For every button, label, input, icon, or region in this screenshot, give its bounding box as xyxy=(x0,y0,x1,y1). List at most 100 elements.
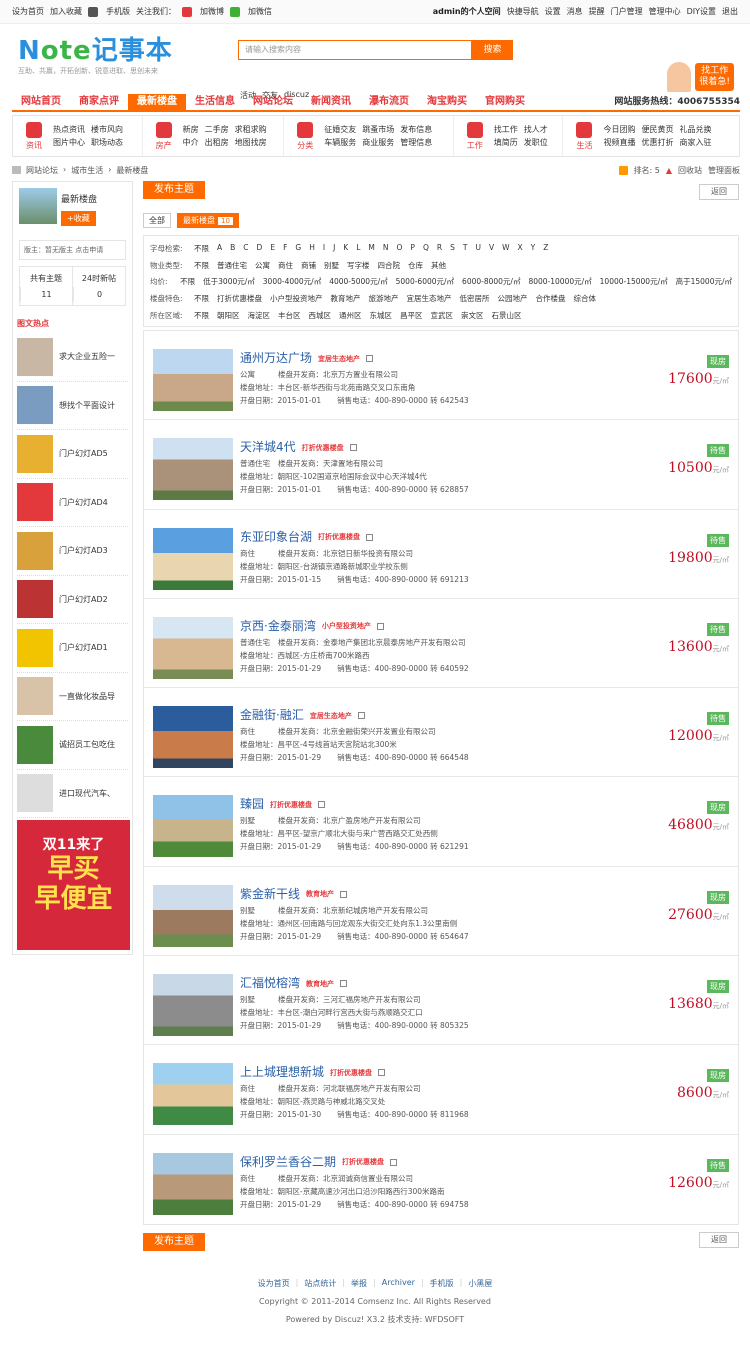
compare-checkbox[interactable] xyxy=(366,355,374,362)
filter-option[interactable]: 别墅 xyxy=(324,260,339,271)
filter-option[interactable]: 海淀区 xyxy=(248,310,271,321)
pic-hot-item[interactable]: 求大企业五险一 xyxy=(17,333,128,382)
pic-thumb[interactable] xyxy=(17,483,53,522)
post-topic-button[interactable]: 发布主题 xyxy=(143,181,205,199)
filter-option[interactable]: 低于3000元/㎡ xyxy=(203,276,255,287)
listing-photo[interactable] xyxy=(153,706,233,769)
search-input[interactable]: 请输入搜索内容 xyxy=(238,40,472,60)
post-topic-button-bottom[interactable]: 发布主题 xyxy=(143,1233,205,1251)
nav-item[interactable]: 最新楼盘 xyxy=(128,94,186,110)
footer-link[interactable]: 小黑屋 xyxy=(468,1278,492,1289)
listing-name[interactable]: 保利罗兰香谷二期 xyxy=(240,1155,336,1169)
footer-link[interactable]: Archiver xyxy=(382,1278,415,1289)
listing-name[interactable]: 天洋城4代 xyxy=(240,440,296,454)
subnav-link[interactable]: 商业服务 xyxy=(362,137,394,148)
filter-option[interactable]: 8000-10000元/㎡ xyxy=(528,276,591,287)
listing-name[interactable]: 紫金新干线 xyxy=(240,887,300,901)
top-link[interactable]: 加微信 xyxy=(248,6,272,17)
listing-photo[interactable] xyxy=(153,1152,233,1215)
home-icon[interactable] xyxy=(12,166,21,174)
subnav-link[interactable]: 新房 xyxy=(183,124,199,135)
filter-option[interactable]: N xyxy=(383,243,389,254)
pic-hot-item[interactable]: 诚招员工包吃住 xyxy=(17,721,128,770)
tab-current[interactable]: 最新楼盘 10 xyxy=(177,213,239,228)
filter-option[interactable]: 昌平区 xyxy=(400,310,423,321)
filter-option[interactable]: O xyxy=(397,243,403,254)
filter-option[interactable]: Q xyxy=(423,243,429,254)
subnav-group-icon[interactable]: 分类 xyxy=(290,121,320,151)
listing-name[interactable]: 金融街·融汇 xyxy=(240,708,304,722)
filter-option[interactable]: G xyxy=(295,243,301,254)
subnav-link[interactable]: 今日团购 xyxy=(603,124,635,135)
filter-option[interactable]: 高于15000元/㎡ xyxy=(676,276,732,287)
filter-option[interactable]: 不限 xyxy=(180,276,195,287)
filter-option[interactable]: A xyxy=(217,243,222,254)
listing-photo[interactable] xyxy=(153,884,233,947)
filter-option[interactable]: X xyxy=(518,243,523,254)
tab-all[interactable]: 全部 xyxy=(143,213,171,228)
footer-link[interactable]: 设为首页 xyxy=(258,1278,290,1289)
filter-option[interactable]: L xyxy=(356,243,360,254)
subnav-link[interactable]: 职场动态 xyxy=(91,137,123,148)
filter-option[interactable]: 不限 xyxy=(194,243,209,254)
pic-title[interactable]: 进口现代汽车、 xyxy=(59,788,115,799)
listing-feature-tag[interactable]: 打折优惠楼盘 xyxy=(302,444,344,452)
compare-checkbox[interactable] xyxy=(366,533,374,541)
compare-checkbox[interactable] xyxy=(340,890,348,898)
footer-link[interactable]: 站点统计 xyxy=(304,1278,336,1289)
listing-feature-tag[interactable]: 教育地产 xyxy=(306,890,334,898)
pic-thumb[interactable] xyxy=(17,434,53,473)
subnav-link[interactable]: 发布信息 xyxy=(400,124,432,135)
nav-item[interactable]: 网站论坛 xyxy=(244,94,302,110)
subnav-link[interactable]: 征婚交友 xyxy=(324,124,356,135)
listing-name[interactable]: 通州万达广场 xyxy=(240,351,312,365)
pic-thumb[interactable] xyxy=(17,628,53,667)
double11-ad[interactable]: 双11来了 早买 早便宜 xyxy=(17,820,130,950)
filter-option[interactable]: 合作楼盘 xyxy=(536,293,566,304)
compare-checkbox[interactable] xyxy=(318,801,326,809)
pic-hot-item[interactable]: 门户幻灯AD5 xyxy=(17,430,128,479)
subnav-group-icon[interactable]: 房产 xyxy=(149,121,179,151)
filter-option[interactable]: S xyxy=(450,243,455,254)
listing-name[interactable]: 汇福悦榕湾 xyxy=(240,976,300,990)
filter-option[interactable]: W xyxy=(502,243,509,254)
compare-checkbox[interactable] xyxy=(340,980,348,988)
pic-title[interactable]: 门户幻灯AD4 xyxy=(59,497,108,508)
pic-title[interactable]: 门户幻灯AD1 xyxy=(59,642,108,653)
filter-option[interactable]: 4000-5000元/㎡ xyxy=(329,276,387,287)
filter-option[interactable]: 仓库 xyxy=(408,260,423,271)
filter-option[interactable]: B xyxy=(230,243,235,254)
filter-option[interactable]: T xyxy=(463,243,468,254)
breadcrumb-item[interactable]: 网站论坛 xyxy=(26,165,58,176)
subnav-link[interactable]: 出租房 xyxy=(205,137,229,148)
compare-checkbox[interactable] xyxy=(357,712,365,720)
subnav-link[interactable]: 热点资讯 xyxy=(53,124,85,135)
pic-hot-item[interactable]: 门户幻灯AD3 xyxy=(17,527,128,576)
listing-photo[interactable] xyxy=(153,527,233,590)
pic-hot-item[interactable]: 想找个平面设计 xyxy=(17,382,128,430)
filter-option[interactable]: 朝阳区 xyxy=(217,310,240,321)
filter-option[interactable]: 3000-4000元/㎡ xyxy=(263,276,321,287)
nav-item[interactable]: 商家点评 xyxy=(70,94,128,110)
filter-option[interactable]: 不限 xyxy=(194,310,209,321)
user-link[interactable]: 消息 xyxy=(567,6,583,17)
listing-feature-tag[interactable]: 打折优惠楼盘 xyxy=(342,1158,384,1166)
filter-option[interactable]: 东城区 xyxy=(370,310,393,321)
user-link[interactable]: 快捷导航 xyxy=(507,6,539,17)
pic-thumb[interactable] xyxy=(17,774,53,813)
recycle-link[interactable]: 回收站 xyxy=(678,165,702,176)
user-link[interactable]: 提醒 xyxy=(589,6,605,17)
top-link[interactable]: 加微博 xyxy=(200,6,224,17)
pic-hot-item[interactable]: 进口现代汽车、 xyxy=(17,770,128,818)
filter-option[interactable]: R xyxy=(437,243,442,254)
subnav-link[interactable]: 中介 xyxy=(183,137,199,148)
pic-hot-item[interactable]: 门户幻灯AD1 xyxy=(17,624,128,673)
moderator-info[interactable]: 版主：暂无版主 点击申请 xyxy=(19,240,126,260)
filter-option[interactable]: 小户型投资地产 xyxy=(270,293,323,304)
top-link[interactable]: 加入收藏 xyxy=(50,6,82,17)
nav-item[interactable]: 生活信息 xyxy=(186,94,244,110)
subnav-link[interactable]: 图片中心 xyxy=(53,137,85,148)
compare-checkbox[interactable] xyxy=(376,622,384,630)
pic-title[interactable]: 求大企业五险一 xyxy=(59,351,115,362)
compare-checkbox[interactable] xyxy=(378,1069,386,1077)
